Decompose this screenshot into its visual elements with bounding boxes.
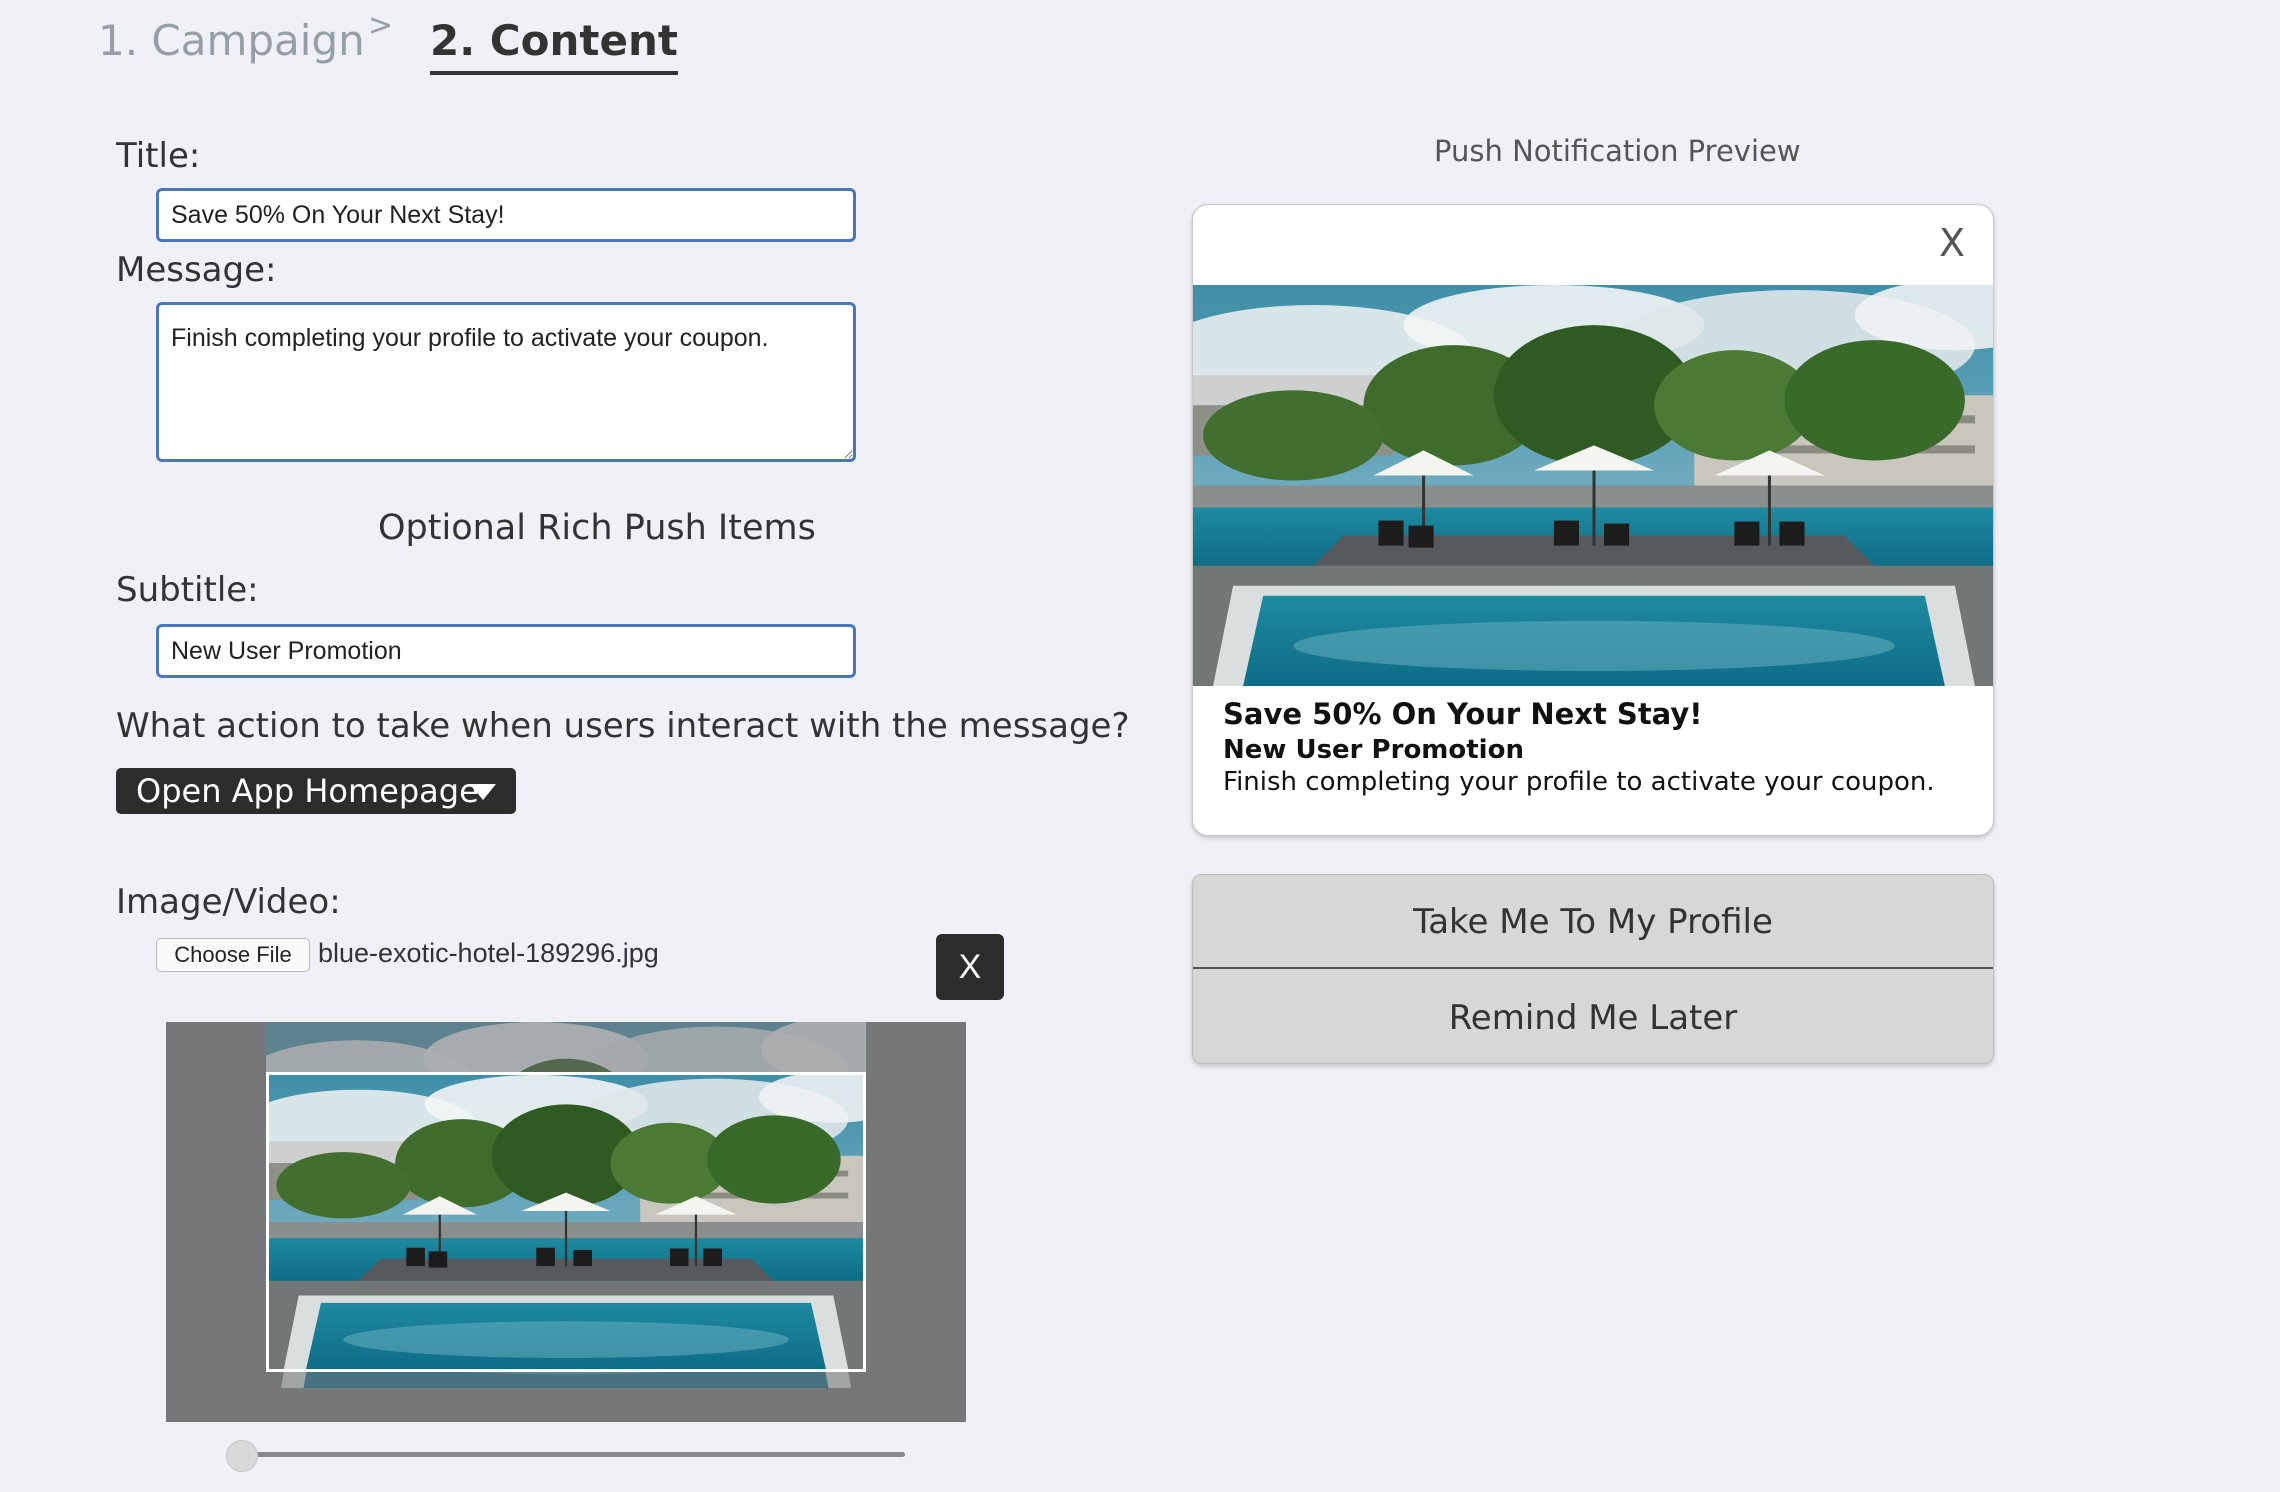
choose-file-button[interactable]: Choose File	[156, 938, 310, 972]
caret-down-icon	[470, 784, 496, 800]
preview-action-buttons: Take Me To My Profile Remind Me Later	[1192, 874, 1994, 1064]
push-preview-card: X Save 50% On Your Next Stay! New User P…	[1192, 204, 1994, 836]
crop-image	[269, 1075, 863, 1369]
remind-me-later-button[interactable]: Remind Me Later	[1193, 971, 1993, 1063]
message-label: Message:	[116, 250, 277, 290]
preview-image	[1193, 285, 1993, 686]
close-icon[interactable]: X	[1939, 221, 1965, 265]
subtitle-input[interactable]	[156, 624, 856, 678]
rich-push-heading: Optional Rich Push Items	[378, 508, 816, 548]
title-input[interactable]	[156, 188, 856, 242]
crop-area[interactable]	[266, 1072, 866, 1372]
message-textarea[interactable]: Finish completing your profile to activa…	[156, 302, 856, 462]
preview-heading: Push Notification Preview	[1434, 134, 1801, 168]
action-select[interactable]: Open App Homepage	[116, 768, 516, 814]
step-campaign-tab[interactable]: 1. Campaign	[98, 16, 365, 65]
subtitle-label: Subtitle:	[116, 570, 259, 610]
title-label: Title:	[116, 136, 201, 176]
zoom-slider-track[interactable]	[240, 1452, 905, 1457]
media-label: Image/Video:	[116, 882, 341, 922]
action-select-value: Open App Homepage	[136, 772, 479, 810]
remove-file-button[interactable]: X	[936, 934, 1004, 1000]
take-me-to-profile-button[interactable]: Take Me To My Profile	[1193, 875, 1993, 969]
action-question: What action to take when users interact …	[116, 706, 1130, 746]
step-separator: >	[368, 8, 394, 43]
rich-push-editor: 1. Campaign > 2. Content Title: Message:…	[0, 0, 2280, 1492]
zoom-slider-thumb[interactable]	[226, 1440, 258, 1472]
preview-subtitle: New User Promotion	[1223, 735, 1524, 765]
file-name: blue-exotic-hotel-189296.jpg	[318, 938, 659, 968]
step-content-tab[interactable]: 2. Content	[430, 16, 678, 75]
preview-title: Save 50% On Your Next Stay!	[1223, 697, 1703, 731]
preview-message: Finish completing your profile to activa…	[1223, 767, 1935, 797]
image-cropper[interactable]	[166, 1022, 966, 1422]
